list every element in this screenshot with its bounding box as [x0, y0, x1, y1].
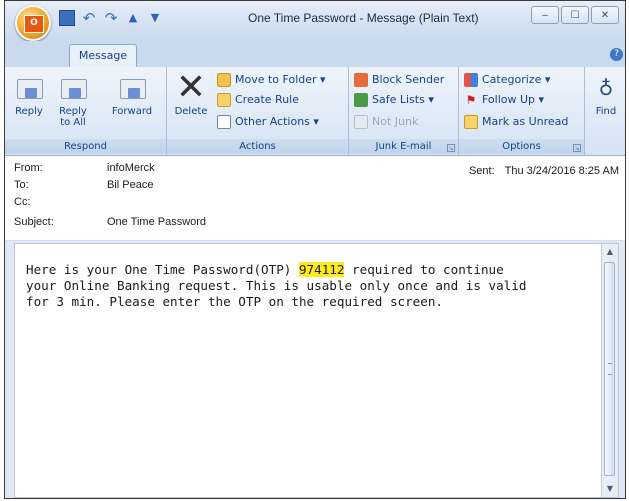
scroll-up-icon[interactable]: ▲	[602, 244, 618, 260]
find-button[interactable]: ♁ Find	[589, 73, 623, 117]
outlook-message-window: O ↶ ↷ ▲ ▼ One Time Password - Message (P…	[4, 0, 626, 499]
to-label: To:	[14, 179, 29, 191]
options-dialog-launcher-icon[interactable]: ↘	[573, 144, 581, 152]
redo-icon[interactable]: ↷	[103, 10, 119, 26]
sent-value: Thu 3/24/2016 8:25 AM	[504, 165, 619, 177]
reply-label: Reply	[15, 106, 43, 117]
actions-group-label: Actions	[167, 139, 348, 154]
message-header: From: infoMerck To: Bil Peace Cc: Subjec…	[5, 156, 625, 241]
create-rule-label: Create Rule	[235, 93, 299, 106]
scroll-thumb[interactable]	[604, 262, 615, 476]
minimize-button[interactable]: ‒	[531, 6, 559, 24]
not-junk-button: Not Junk	[354, 114, 418, 130]
find-label: Find	[595, 106, 617, 117]
move-to-folder-label: Move to Folder ▾	[235, 73, 326, 86]
mark-as-unread-label: Mark as Unread	[482, 115, 569, 128]
delete-button[interactable]: ✕ Delete	[173, 67, 209, 118]
scroll-down-icon[interactable]: ▼	[602, 481, 618, 497]
window-controls: ‒ ☐ ✕	[531, 6, 619, 24]
flag-icon: ⚑	[465, 93, 477, 107]
forward-icon	[116, 73, 148, 103]
close-button[interactable]: ✕	[591, 6, 619, 24]
options-group-label: Options	[459, 139, 584, 154]
move-to-folder-icon	[217, 73, 231, 87]
create-rule-button[interactable]: Create Rule	[217, 92, 299, 108]
follow-up-label: Follow Up ▾	[482, 93, 545, 106]
sent-info: Sent: Thu 3/24/2016 8:25 AM	[469, 165, 619, 177]
body-line1-pre: Here is your One Time Password(OTP)	[26, 262, 299, 277]
body-line1-post: required to continue	[344, 262, 504, 277]
follow-up-button[interactable]: ⚑ Follow Up ▾	[464, 92, 544, 108]
save-icon[interactable]	[59, 10, 75, 26]
forward-label: Forward	[111, 106, 153, 117]
sent-label: Sent:	[468, 165, 495, 177]
reply-all-button[interactable]: Reply to All	[53, 73, 93, 128]
cc-label: Cc:	[14, 196, 31, 208]
mark-as-unread-button[interactable]: Mark as Unread	[464, 114, 568, 130]
delete-x-icon: ✕	[175, 67, 207, 108]
respond-group: Reply Reply to All Forward Respond	[5, 67, 167, 155]
move-to-folder-button[interactable]: Move to Folder ▾	[217, 72, 326, 88]
previous-item-icon[interactable]: ▲	[125, 10, 141, 26]
safe-lists-label: Safe Lists ▾	[372, 93, 434, 106]
create-rule-icon	[217, 93, 231, 107]
from-label: From:	[14, 162, 43, 174]
not-junk-label: Not Junk	[372, 115, 419, 128]
block-sender-label: Block Sender	[372, 73, 445, 86]
subject-label: Subject:	[14, 216, 54, 228]
reply-icon	[13, 73, 45, 103]
to-value[interactable]: Bil Peace	[107, 179, 153, 191]
window-title: One Time Password - Message (Plain Text)	[248, 11, 479, 25]
scroll-grip-icon	[608, 363, 612, 375]
office-button[interactable]: O	[15, 5, 51, 41]
undo-icon[interactable]: ↶	[81, 10, 97, 26]
safe-lists-button[interactable]: Safe Lists ▾	[354, 92, 434, 108]
reply-button[interactable]: Reply	[11, 73, 47, 117]
help-icon[interactable]: ?	[610, 48, 623, 61]
categorize-button[interactable]: Categorize ▾	[464, 72, 550, 88]
vertical-scrollbar[interactable]: ▲ ▼	[601, 244, 618, 497]
junk-email-group: Block Sender Safe Lists ▾ Not Junk Junk …	[349, 67, 459, 155]
categorize-label: Categorize ▾	[482, 73, 551, 86]
reply-all-label-2: to All	[60, 117, 86, 128]
options-group: Categorize ▾ ⚑ Follow Up ▾ Mark as Unread…	[459, 67, 585, 155]
delete-label: Delete	[174, 106, 208, 117]
reply-all-icon	[57, 73, 89, 103]
categorize-icon	[464, 73, 478, 87]
not-junk-icon	[354, 115, 368, 129]
body-line2: your Online Banking request. This is usa…	[26, 278, 527, 293]
safe-lists-icon	[354, 93, 368, 107]
title-bar: O ↶ ↷ ▲ ▼ One Time Password - Message (P…	[5, 1, 625, 41]
office-logo-icon: O	[24, 15, 44, 33]
actions-group: ✕ Delete Move to Folder ▾ Create Rule Ot…	[167, 67, 349, 155]
ribbon: Reply Reply to All Forward Respond ✕ Del…	[5, 67, 625, 156]
message-text: Here is your One Time Password(OTP) 9741…	[26, 262, 604, 310]
from-value[interactable]: infoMerck	[107, 162, 155, 174]
respond-group-label: Respond	[5, 139, 166, 154]
binoculars-icon: ♁	[598, 76, 614, 100]
ribbon-tab-row: Message ?	[5, 41, 625, 67]
subject-value: One Time Password	[107, 216, 207, 228]
block-sender-icon	[354, 73, 368, 87]
block-sender-button[interactable]: Block Sender	[354, 72, 444, 88]
other-actions-icon	[217, 115, 231, 129]
body-line3: for 3 min. Please enter the OTP on the r…	[26, 294, 444, 309]
message-body[interactable]: Here is your One Time Password(OTP) 9741…	[14, 243, 619, 498]
junk-email-group-label: Junk E-mail	[349, 139, 458, 154]
otp-highlight: 974112	[298, 262, 345, 277]
other-actions-button[interactable]: Other Actions ▾	[217, 114, 319, 130]
maximize-button[interactable]: ☐	[561, 6, 589, 24]
tab-message[interactable]: Message	[69, 44, 137, 67]
forward-button[interactable]: Forward	[105, 73, 159, 117]
find-group: ♁ Find	[585, 67, 625, 155]
mark-as-unread-icon	[464, 115, 478, 129]
junk-dialog-launcher-icon[interactable]: ↘	[447, 144, 455, 152]
next-item-icon[interactable]: ▼	[147, 10, 163, 26]
reply-all-label-1: Reply	[59, 106, 87, 117]
other-actions-label: Other Actions ▾	[235, 115, 319, 128]
quick-access-toolbar: ↶ ↷ ▲ ▼	[59, 10, 163, 26]
